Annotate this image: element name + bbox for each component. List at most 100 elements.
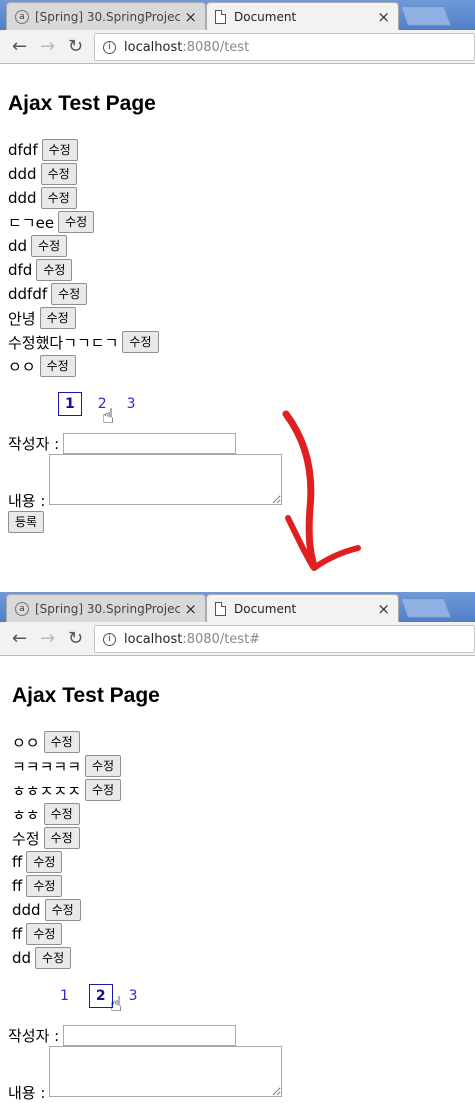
page-link[interactable]: 3 bbox=[127, 396, 136, 412]
address-bar[interactable]: i localhost:8080/test bbox=[94, 33, 475, 61]
edit-button[interactable]: 수정 bbox=[26, 923, 63, 945]
content-row: 내용 : bbox=[8, 454, 283, 511]
reply-text: dd bbox=[8, 237, 28, 255]
writer-label: 작성자 : bbox=[8, 1027, 60, 1045]
edit-button[interactable]: 수정 bbox=[43, 731, 80, 753]
edit-button[interactable]: 수정 bbox=[85, 755, 122, 777]
tab-spring-project[interactable]: a [Spring] 30.SpringProject × bbox=[6, 594, 206, 622]
reply-text: dd bbox=[12, 949, 32, 967]
reply-row: ddfdf 수정 bbox=[8, 282, 88, 306]
back-arrow-icon[interactable]: ← bbox=[12, 36, 27, 57]
writer-input[interactable] bbox=[63, 433, 237, 454]
edit-button[interactable]: 수정 bbox=[58, 211, 95, 233]
page-link[interactable]: 1 bbox=[58, 392, 82, 416]
back-arrow-icon[interactable]: ← bbox=[12, 628, 27, 649]
reply-row: 수정했다ㄱㄱㄷㄱ 수정 bbox=[8, 330, 159, 354]
reply-text: ㅎㅎ bbox=[12, 805, 40, 824]
close-tab-icon[interactable]: × bbox=[184, 600, 197, 618]
reply-text: 수정했다ㄱㄱㄷㄱ bbox=[8, 333, 119, 352]
reply-text: dfdf bbox=[8, 141, 38, 159]
page-link[interactable]: 1 bbox=[60, 988, 69, 1004]
page-link[interactable]: 3 bbox=[129, 988, 138, 1004]
close-tab-icon[interactable]: × bbox=[377, 600, 390, 618]
reply-text: 안녕 bbox=[8, 309, 36, 328]
tab-strip: a [Spring] 30.SpringProject × Document × bbox=[0, 0, 475, 30]
close-tab-icon[interactable]: × bbox=[377, 8, 390, 26]
reply-row: dd 수정 bbox=[8, 234, 68, 258]
edit-button[interactable]: 수정 bbox=[41, 139, 78, 161]
writer-row: 작성자 : bbox=[8, 1025, 237, 1046]
reply-row: ㄷㄱee 수정 bbox=[8, 210, 95, 234]
edit-button[interactable]: 수정 bbox=[31, 235, 68, 257]
screenshot-after: a [Spring] 30.SpringProject × Document ×… bbox=[0, 592, 475, 1102]
content-label: 내용 : bbox=[8, 492, 46, 510]
edit-button[interactable]: 수정 bbox=[44, 899, 81, 921]
edit-button[interactable]: 수정 bbox=[40, 163, 77, 185]
reply-row: ㅋㅋㅋㅋㅋ 수정 bbox=[12, 754, 122, 778]
edit-button[interactable]: 수정 bbox=[35, 947, 72, 969]
tab-title: [Spring] 30.SpringProject bbox=[35, 9, 181, 24]
new-tab-button[interactable] bbox=[400, 598, 452, 618]
document-icon bbox=[215, 601, 226, 616]
forward-arrow-icon[interactable]: → bbox=[40, 628, 55, 649]
screenshot-before: a [Spring] 30.SpringProject × Document ×… bbox=[0, 0, 475, 590]
site-favicon-icon: a bbox=[15, 601, 29, 616]
reload-icon[interactable]: ↻ bbox=[68, 36, 83, 57]
edit-button[interactable]: 수정 bbox=[39, 307, 76, 329]
reply-row: ㅇㅇ 수정 bbox=[8, 354, 76, 378]
content-label: 내용 : bbox=[8, 1084, 46, 1102]
content-textarea[interactable] bbox=[49, 1046, 283, 1097]
reply-text: dfd bbox=[8, 261, 33, 279]
browser-toolbar: ← → ↻ i localhost:8080/test bbox=[0, 30, 475, 64]
page-title: Ajax Test Page bbox=[12, 684, 160, 707]
tab-title: Document bbox=[234, 9, 297, 24]
tab-document[interactable]: Document × bbox=[206, 2, 399, 30]
reload-icon[interactable]: ↻ bbox=[68, 628, 83, 649]
reply-row: ㅎㅎ 수정 bbox=[12, 802, 80, 826]
edit-button[interactable]: 수정 bbox=[40, 187, 77, 209]
reply-text: ㅇㅇ bbox=[12, 733, 40, 752]
reply-row: dd 수정 bbox=[12, 946, 72, 970]
reply-row: dfdf 수정 bbox=[8, 138, 78, 162]
edit-button[interactable]: 수정 bbox=[36, 259, 73, 281]
edit-button[interactable]: 수정 bbox=[43, 827, 80, 849]
reply-text: ㅋㅋㅋㅋㅋ bbox=[12, 757, 82, 776]
register-button[interactable]: 등록 bbox=[8, 511, 45, 533]
info-icon[interactable]: i bbox=[103, 632, 116, 646]
forward-arrow-icon[interactable]: → bbox=[40, 36, 55, 57]
close-tab-icon[interactable]: × bbox=[184, 8, 197, 26]
reply-text: ddd bbox=[8, 165, 37, 183]
tab-title: [Spring] 30.SpringProject bbox=[35, 601, 181, 616]
edit-button[interactable]: 수정 bbox=[51, 283, 88, 305]
tab-spring-project[interactable]: a [Spring] 30.SpringProject × bbox=[6, 2, 206, 30]
hand-cursor-icon: ☝ bbox=[110, 992, 123, 1016]
reply-text: 수정 bbox=[12, 829, 40, 848]
edit-button[interactable]: 수정 bbox=[122, 331, 159, 353]
reply-row: ㅎㅎㅈㅈㅈ 수정 bbox=[12, 778, 122, 802]
reply-text: ff bbox=[12, 853, 23, 871]
browser-toolbar: ← → ↻ i localhost:8080/test# bbox=[0, 622, 475, 656]
reply-row: ff 수정 bbox=[12, 850, 63, 874]
reply-row: ㅇㅇ 수정 bbox=[12, 730, 80, 754]
page-title: Ajax Test Page bbox=[8, 92, 156, 115]
url-path: :8080/test# bbox=[182, 631, 261, 647]
writer-row: 작성자 : bbox=[8, 433, 237, 454]
tab-document[interactable]: Document × bbox=[206, 594, 399, 622]
edit-button[interactable]: 수정 bbox=[26, 875, 63, 897]
writer-input[interactable] bbox=[63, 1025, 237, 1046]
edit-button[interactable]: 수정 bbox=[26, 851, 63, 873]
new-tab-button[interactable] bbox=[400, 6, 452, 26]
address-bar[interactable]: i localhost:8080/test# bbox=[94, 625, 475, 653]
edit-button[interactable]: 수정 bbox=[39, 355, 76, 377]
reply-row: ddd 수정 bbox=[8, 162, 77, 186]
reply-row: ddd 수정 bbox=[8, 186, 77, 210]
document-icon bbox=[215, 9, 226, 24]
tab-title: Document bbox=[234, 601, 297, 616]
edit-button[interactable]: 수정 bbox=[43, 803, 80, 825]
info-icon[interactable]: i bbox=[103, 40, 116, 54]
reply-row: ddd 수정 bbox=[12, 898, 81, 922]
reply-text: ff bbox=[12, 925, 23, 943]
edit-button[interactable]: 수정 bbox=[85, 779, 122, 801]
content-textarea[interactable] bbox=[49, 454, 283, 505]
reply-text: ff bbox=[12, 877, 23, 895]
